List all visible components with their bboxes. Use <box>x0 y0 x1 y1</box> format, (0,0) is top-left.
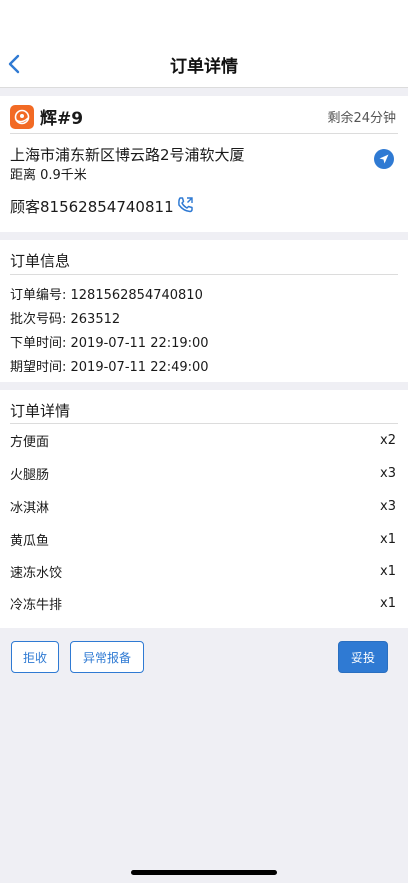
order-time: 下单时间: 2019-07-11 22:19:00 <box>10 336 209 351</box>
list-item: 冰淇淋 x3 <box>10 496 396 516</box>
divider <box>10 274 398 275</box>
exception-report-button[interactable]: 异常报备 <box>70 641 144 673</box>
list-item: 火腿肠 x3 <box>10 463 396 483</box>
delivered-button[interactable]: 妥投 <box>338 641 388 673</box>
item-quantity: x3 <box>380 465 396 481</box>
batch-number: 批次号码: 263512 <box>10 312 121 327</box>
store-name: 辉#9 <box>40 109 84 129</box>
item-name: 方便面 <box>10 434 50 450</box>
item-quantity: x1 <box>380 531 396 547</box>
home-indicator <box>131 870 277 875</box>
list-item: 速冻水饺 x1 <box>10 561 396 581</box>
item-name: 黄瓜鱼 <box>10 533 50 549</box>
navigation-arrow-icon[interactable] <box>374 149 394 169</box>
list-item: 冷冻牛排 x1 <box>10 593 396 613</box>
list-item: 黄瓜鱼 x1 <box>10 529 396 549</box>
order-items-card: 订单详情 方便面 x2 火腿肠 x3 冰淇淋 x3 黄瓜鱼 x1 速冻水饺 x1… <box>0 390 408 628</box>
order-info-card: 订单信息 订单编号: 1281562854740810 批次号码: 263512… <box>0 240 408 382</box>
item-quantity: x3 <box>380 498 396 514</box>
item-quantity: x1 <box>380 595 396 611</box>
distance-text: 距离 0.9千米 <box>10 168 87 183</box>
expected-time: 期望时间: 2019-07-11 22:49:00 <box>10 360 209 375</box>
navigation-bar: 订单详情 <box>0 0 408 88</box>
item-name: 火腿肠 <box>10 467 50 483</box>
item-name: 冰淇淋 <box>10 500 50 516</box>
divider <box>10 133 398 134</box>
item-quantity: x1 <box>380 563 396 579</box>
remaining-time: 剩余24分钟 <box>327 111 396 126</box>
store-logo-icon <box>10 105 34 129</box>
item-quantity: x2 <box>380 432 396 448</box>
order-info-title: 订单信息 <box>10 252 71 270</box>
order-number: 订单编号: 1281562854740810 <box>10 288 203 303</box>
item-name: 速冻水饺 <box>10 565 63 581</box>
divider <box>10 423 398 424</box>
list-item: 方便面 x2 <box>10 430 396 450</box>
reject-button[interactable]: 拒收 <box>11 641 59 673</box>
order-items-title: 订单详情 <box>10 402 71 420</box>
item-name: 冷冻牛排 <box>10 597 63 613</box>
customer-id: 顾客81562854740811 <box>10 198 174 216</box>
page-title: 订单详情 <box>170 57 238 77</box>
delivery-address: 上海市浦东新区博云路2号浦软大厦 <box>10 146 245 164</box>
store-card: 辉#9 剩余24分钟 上海市浦东新区博云路2号浦软大厦 距离 0.9千米 顾客8… <box>0 96 408 232</box>
phone-icon[interactable] <box>176 196 194 214</box>
